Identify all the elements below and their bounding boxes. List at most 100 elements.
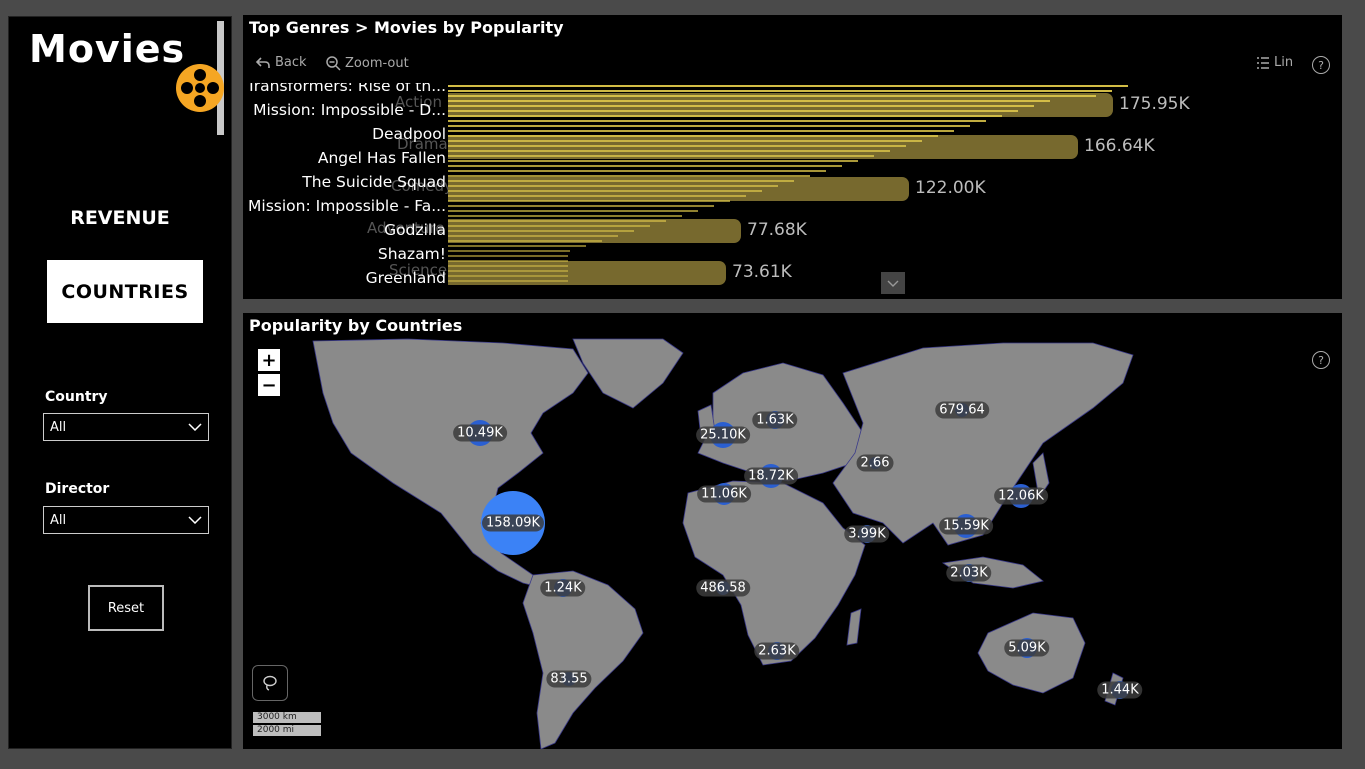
drill-stripe bbox=[448, 195, 746, 197]
drill-stripe bbox=[448, 235, 618, 237]
drill-stripe bbox=[448, 160, 858, 162]
drill-stripe bbox=[448, 145, 906, 147]
drill-stripe bbox=[448, 245, 586, 247]
drill-stripe bbox=[448, 205, 714, 207]
lasso-select-button[interactable] bbox=[252, 665, 288, 701]
revenue-nav-link[interactable]: REVENUE bbox=[9, 207, 231, 229]
back-arrow-icon bbox=[255, 56, 270, 68]
drill-stripe bbox=[448, 185, 778, 187]
movies-by-popularity-chart: Top Genres > Movies by Popularity Back Z… bbox=[243, 15, 1342, 299]
drill-stripe bbox=[448, 155, 874, 157]
zoom-out-label: Zoom-out bbox=[345, 55, 409, 71]
drill-stripe bbox=[448, 210, 698, 212]
map-bubble-label: 2.66 bbox=[856, 454, 894, 472]
world-map[interactable] bbox=[243, 313, 1342, 749]
map-bubble-label: 11.06K bbox=[697, 485, 751, 503]
drill-stripe bbox=[448, 200, 730, 202]
app-title: Movies bbox=[29, 27, 186, 71]
zoom-out-button[interactable]: Zoom-out bbox=[325, 55, 409, 71]
bar-data-label: 122.00K bbox=[915, 178, 986, 198]
director-dropdown[interactable]: All bbox=[43, 506, 209, 534]
drill-stripe bbox=[448, 95, 1096, 97]
chevron-down-icon bbox=[188, 423, 202, 431]
drill-stripe bbox=[448, 105, 1034, 107]
movie-label[interactable]: Mission: Impossible - Fa... bbox=[248, 197, 446, 215]
movie-label[interactable]: Angel Has Fallen bbox=[318, 149, 446, 167]
drill-stripe bbox=[448, 100, 1050, 102]
country-slicer-label: Country bbox=[45, 389, 108, 405]
drill-stripe bbox=[448, 220, 666, 222]
map-bubble-label: 1.63K bbox=[752, 411, 798, 429]
reset-button[interactable]: Reset bbox=[88, 585, 164, 631]
drill-stripe bbox=[448, 90, 1112, 92]
film-reel-icon bbox=[176, 64, 224, 112]
bar-area: Action Drama Comedy Adventure Science 17… bbox=[243, 83, 1342, 293]
drill-stripe bbox=[448, 225, 650, 227]
chevron-down-icon bbox=[887, 280, 899, 287]
drill-stripe bbox=[448, 260, 568, 262]
drill-stripe bbox=[448, 190, 762, 192]
map-bubble-label: 5.09K bbox=[1004, 639, 1050, 657]
director-dropdown-value: All bbox=[50, 512, 67, 528]
map-bubble-label: 10.49K bbox=[453, 424, 507, 442]
drill-stripe bbox=[448, 165, 842, 167]
bar-data-label: 77.68K bbox=[747, 220, 807, 240]
drill-stripe bbox=[448, 170, 826, 172]
sidebar: Movies REVENUE COUNTRIES Country All Dir… bbox=[8, 16, 232, 749]
drill-stripe bbox=[448, 110, 1018, 112]
movie-label[interactable]: Mission: Impossible - D... bbox=[253, 101, 446, 119]
drill-stripe bbox=[448, 215, 682, 217]
movie-label[interactable]: Shazam! bbox=[378, 245, 446, 263]
bar-data-label: 73.61K bbox=[732, 262, 792, 282]
drill-stripe bbox=[448, 140, 922, 142]
back-button[interactable]: Back bbox=[255, 55, 307, 70]
country-dropdown[interactable]: All bbox=[43, 413, 209, 441]
movie-label[interactable]: The Suicide Squad bbox=[302, 173, 446, 191]
help-icon[interactable]: ? bbox=[1312, 351, 1330, 369]
drill-stripe bbox=[448, 115, 1002, 117]
chart-title: Top Genres > Movies by Popularity bbox=[249, 18, 564, 37]
popularity-map: Popularity by Countries + − ? 10.49K 158… bbox=[243, 313, 1342, 749]
drill-stripe bbox=[448, 180, 794, 182]
map-zoom-in-button[interactable]: + bbox=[258, 349, 280, 371]
drill-stripe bbox=[448, 85, 1128, 87]
countries-nav-button[interactable]: COUNTRIES bbox=[47, 260, 203, 323]
map-bubble-label: 486.58 bbox=[696, 579, 750, 597]
lin-label: Lin bbox=[1274, 55, 1294, 70]
map-bubble-label: 15.59K bbox=[939, 517, 993, 535]
map-bubble-label: 679.64 bbox=[935, 401, 989, 419]
drill-stripe bbox=[448, 175, 810, 177]
bar-data-label: 166.64K bbox=[1084, 136, 1155, 156]
list-icon bbox=[1257, 56, 1269, 69]
drill-stripe bbox=[448, 230, 634, 232]
movie-label[interactable]: Greenland bbox=[366, 269, 446, 287]
map-bubble-label: 83.55 bbox=[546, 670, 592, 688]
country-dropdown-value: All bbox=[50, 419, 67, 435]
movie-label[interactable]: Godzilla bbox=[384, 221, 446, 239]
drill-stripe bbox=[448, 270, 568, 272]
map-zoom-out-button[interactable]: − bbox=[258, 374, 280, 396]
drill-stripe bbox=[448, 250, 570, 252]
chevron-down-icon bbox=[188, 516, 202, 524]
drill-stripe bbox=[448, 240, 602, 242]
zoom-out-icon bbox=[326, 56, 341, 71]
drill-stripe bbox=[448, 135, 938, 137]
drill-stripe bbox=[448, 130, 954, 132]
drill-stripe bbox=[448, 150, 890, 152]
scale-bar-km: 3000 km bbox=[253, 712, 321, 723]
bar-data-label: 175.95K bbox=[1119, 94, 1190, 114]
scroll-down-button[interactable] bbox=[881, 272, 905, 294]
drill-stripe bbox=[448, 255, 568, 257]
map-bubble-label: 158.09K bbox=[481, 514, 545, 532]
lasso-icon bbox=[263, 675, 277, 691]
map-bubble-label: 3.99K bbox=[844, 525, 890, 543]
map-bubble-label: 1.24K bbox=[540, 579, 586, 597]
movie-label[interactable]: Transformers: Rise of th... bbox=[247, 83, 446, 95]
scale-bar-mi: 2000 mi bbox=[253, 725, 321, 736]
drill-stripe bbox=[448, 265, 568, 267]
map-title: Popularity by Countries bbox=[249, 316, 463, 335]
movie-label[interactable]: Deadpool bbox=[372, 125, 446, 143]
help-icon[interactable]: ? bbox=[1312, 56, 1330, 74]
back-label: Back bbox=[275, 55, 307, 70]
lin-toggle[interactable]: Lin bbox=[1256, 55, 1293, 70]
